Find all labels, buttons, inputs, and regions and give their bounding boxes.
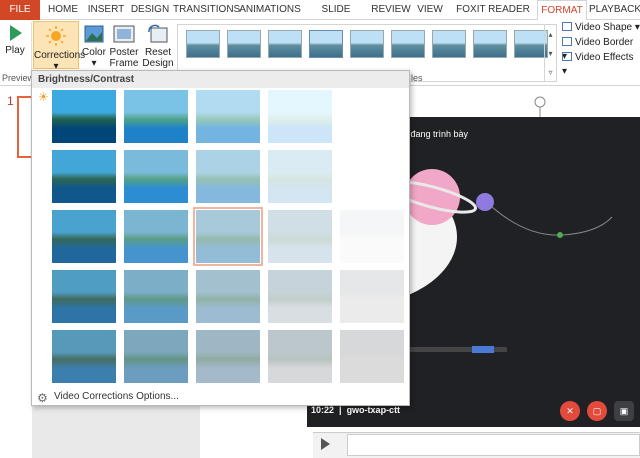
present-screen-icon[interactable]: ▣ xyxy=(614,401,634,421)
video-style-thumbnail[interactable] xyxy=(268,30,302,58)
brightness-contrast-thumbnail[interactable] xyxy=(196,330,260,383)
tab-format[interactable]: FORMAT xyxy=(537,0,587,21)
brightness-contrast-thumbnail[interactable] xyxy=(124,150,188,203)
gallery-more-button[interactable]: ▿ xyxy=(544,63,556,82)
ribbon-tab-bar: FILE HOME INSERT DESIGN TRANSITIONS ANIM… xyxy=(0,0,640,35)
tab-foxit-reader-pdf[interactable]: FOXIT READER PDF xyxy=(450,0,536,35)
tab-transitions[interactable]: TRANSITIONS xyxy=(173,0,240,20)
brightness-contrast-thumbnail[interactable] xyxy=(193,207,263,266)
mic-off-icon[interactable]: ✕ xyxy=(560,401,580,421)
video-style-thumbnail[interactable] xyxy=(350,30,384,58)
brightness-contrast-thumbnail[interactable] xyxy=(124,210,188,263)
brightness-contrast-thumbnail[interactable] xyxy=(52,330,116,383)
gallery-scroll-down-button[interactable]: ▾ xyxy=(544,44,556,63)
video-styles-group-label: les xyxy=(411,73,423,83)
corrections-label: Corrections xyxy=(34,50,86,61)
brightness-contrast-thumbnail[interactable] xyxy=(268,150,332,203)
video-border-button[interactable]: Video Border ▾ xyxy=(562,36,640,62)
tab-design[interactable]: DESIGN xyxy=(129,0,171,20)
rotate-handle-icon[interactable] xyxy=(532,95,548,117)
play-icon xyxy=(10,25,22,41)
corrections-dropdown: Brightness/Contrast ☀ ⚙ Video Correction… xyxy=(31,70,410,406)
brightness-contrast-thumbnail[interactable] xyxy=(196,150,260,203)
chevron-down-icon: ▾ xyxy=(91,58,97,69)
color-icon xyxy=(84,25,104,43)
reset-design-button[interactable]: Reset Design xyxy=(141,22,175,70)
reset-design-icon xyxy=(148,24,168,43)
tab-view[interactable]: VIEW xyxy=(415,0,445,20)
poster-label: Poster xyxy=(109,47,139,58)
meeting-code: gwo-txap-ctt xyxy=(346,405,401,415)
video-corrections-options-link[interactable]: ⚙ Video Corrections Options... xyxy=(32,388,409,406)
brightness-contrast-thumbnail[interactable] xyxy=(340,90,404,143)
brightness-contrast-thumbnail[interactable] xyxy=(340,210,404,263)
video-style-thumbnail[interactable] xyxy=(391,30,425,58)
sun-icon: ☀ xyxy=(38,90,49,104)
tab-review[interactable]: REVIEW xyxy=(371,0,411,20)
poster-frame-icon xyxy=(113,25,135,43)
reset-label: Reset xyxy=(144,47,172,58)
tab-slide-show[interactable]: SLIDE SHOW xyxy=(305,0,367,35)
slide-thumbnail-pane: 1 xyxy=(0,87,33,458)
brightness-contrast-thumbnail[interactable] xyxy=(124,330,188,383)
video-effects-icon xyxy=(562,52,572,61)
brightness-contrast-thumbnail[interactable] xyxy=(340,330,404,383)
brightness-contrast-thumbnail[interactable] xyxy=(340,150,404,203)
video-style-thumbnail[interactable] xyxy=(514,30,548,58)
video-shape-label: Video Shape xyxy=(575,22,633,33)
brightness-contrast-thumbnail[interactable] xyxy=(196,90,260,143)
frame-label: Frame xyxy=(109,58,139,69)
tab-home[interactable]: HOME xyxy=(43,0,83,20)
brightness-contrast-thumbnail[interactable] xyxy=(52,150,116,203)
sliders-icon: ⚙ xyxy=(37,391,48,405)
preview-group-label: Preview xyxy=(2,73,35,83)
play-icon[interactable] xyxy=(321,438,330,450)
brightness-contrast-thumbnail[interactable] xyxy=(340,270,404,323)
tab-playback[interactable]: PLAYBACK xyxy=(589,0,640,20)
color-button[interactable]: Color ▾ xyxy=(81,22,107,70)
brightness-contrast-header: Brightness/Contrast xyxy=(32,71,409,88)
tab-animations[interactable]: ANIMATIONS xyxy=(239,0,301,20)
video-style-thumbnail[interactable] xyxy=(227,30,261,58)
video-time: 10:22 | gwo-txap-ctt xyxy=(311,405,401,415)
play-button[interactable]: Play xyxy=(2,22,28,70)
brightness-contrast-thumbnail[interactable] xyxy=(52,270,116,323)
slide-number: 1 xyxy=(7,94,14,108)
brightness-contrast-thumbnail[interactable] xyxy=(124,270,188,323)
poster-frame-button[interactable]: Poster Frame xyxy=(108,22,140,70)
video-effects-label: Video Effects xyxy=(575,52,634,63)
brightness-contrast-thumbnail[interactable] xyxy=(52,210,116,263)
brightness-contrast-thumbnail[interactable] xyxy=(268,210,332,263)
video-shape-button[interactable]: Video Shape ▾ xyxy=(562,21,640,35)
camera-off-icon[interactable]: ▢ xyxy=(587,401,607,421)
brightness-contrast-thumbnail[interactable] xyxy=(268,90,332,143)
brightness-contrast-thumbnail[interactable] xyxy=(268,270,332,323)
brightness-contrast-thumbnail[interactable] xyxy=(124,90,188,143)
design-label: Design xyxy=(142,58,174,69)
video-style-thumbnail[interactable] xyxy=(186,30,220,58)
tab-insert[interactable]: INSERT xyxy=(85,0,127,20)
video-effects-button[interactable]: Video Effects ▾ xyxy=(562,51,640,77)
brightness-contrast-thumbnail[interactable] xyxy=(196,270,260,323)
gallery-scroll-up-button[interactable]: ▴ xyxy=(544,25,556,44)
video-border-icon xyxy=(562,37,572,46)
sun-icon xyxy=(46,26,66,46)
brightness-contrast-thumbnail[interactable] xyxy=(268,330,332,383)
video-style-thumbnail[interactable] xyxy=(432,30,466,58)
video-title: o đang trình bày xyxy=(403,129,469,139)
seek-bar[interactable] xyxy=(347,434,640,456)
brightness-contrast-thumbnail[interactable] xyxy=(52,90,116,143)
tab-file[interactable]: FILE xyxy=(0,0,40,20)
video-shape-icon xyxy=(562,22,572,31)
corrections-button[interactable]: Corrections ▾ xyxy=(33,21,86,72)
video-playback-bar xyxy=(313,432,640,458)
video-corrections-options-label: Video Corrections Options... xyxy=(54,391,179,402)
video-style-thumbnail[interactable] xyxy=(473,30,507,58)
color-label: Color xyxy=(82,47,106,58)
video-border-label: Video Border xyxy=(575,37,634,48)
video-style-thumbnail[interactable] xyxy=(309,30,343,58)
play-label: Play xyxy=(5,45,25,56)
